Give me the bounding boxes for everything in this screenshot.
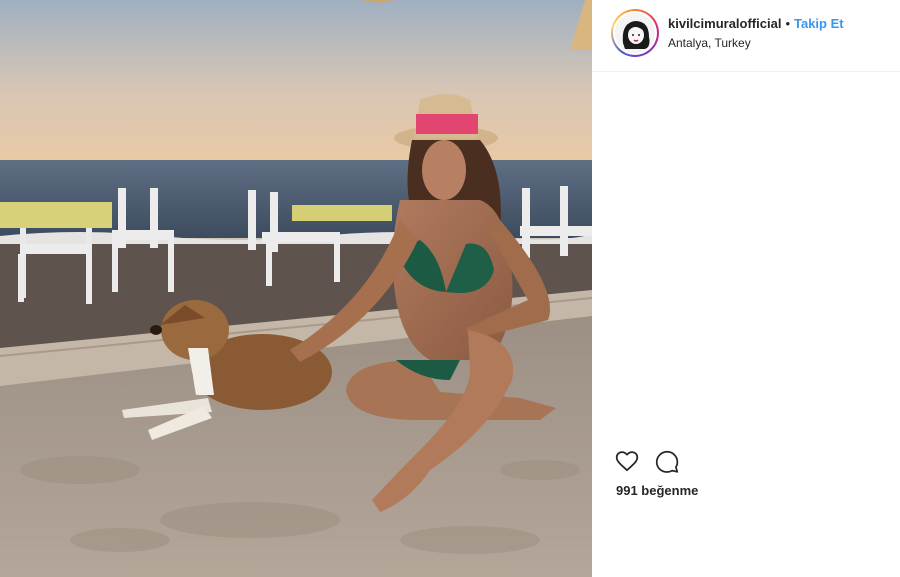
heart-icon[interactable] bbox=[614, 448, 640, 474]
post-photo[interactable] bbox=[0, 0, 592, 577]
comment-bubble-icon[interactable] bbox=[654, 448, 680, 474]
likes-count[interactable]: 991 beğenme bbox=[616, 483, 698, 498]
avatar-image bbox=[615, 13, 655, 53]
avatar-portrait-icon bbox=[615, 13, 655, 53]
post-sidebar: kivilcimuralofficial • Takip Et Antalya, T… bbox=[592, 0, 900, 577]
post-header: kivilcimuralofficial • Takip Et Antalya, T… bbox=[592, 0, 900, 72]
separator-dot: • bbox=[785, 16, 790, 31]
location-link[interactable]: Antalya, Turkey bbox=[668, 36, 751, 50]
avatar[interactable] bbox=[611, 9, 659, 57]
follow-button[interactable]: Takip Et bbox=[794, 16, 844, 31]
username-link[interactable]: kivilcimuralofficial bbox=[668, 16, 781, 31]
user-line: kivilcimuralofficial • Takip Et bbox=[668, 16, 844, 32]
beach-photo bbox=[0, 0, 592, 577]
